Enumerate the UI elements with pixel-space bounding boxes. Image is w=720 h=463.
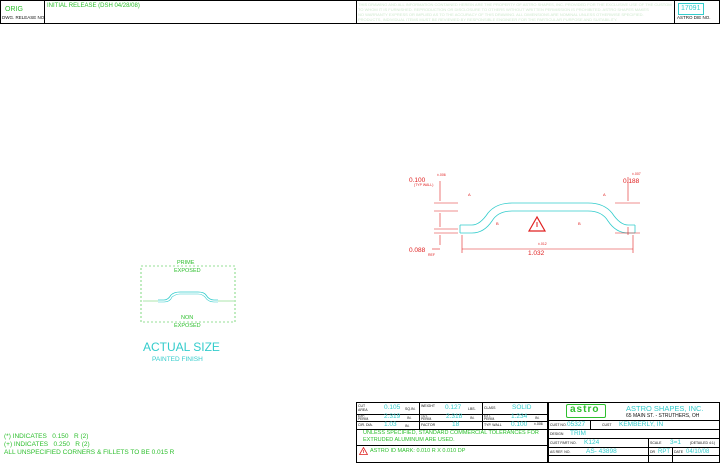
- spec-label-typ-wall: TYP. WALL: [484, 423, 502, 427]
- cust-value: KEMBERLY, IN: [619, 421, 664, 428]
- spec-unit-exp-perim: IN.: [407, 416, 412, 420]
- spec-value-cir-dia: 1.03: [384, 421, 397, 428]
- rev-value: ORIG: [5, 6, 23, 13]
- date-label: DATE: [674, 450, 684, 454]
- as-ref-label: AS REF. NO.: [550, 450, 571, 454]
- title-hline: [548, 447, 720, 448]
- spec-value-weight: 0.127: [445, 404, 462, 411]
- die-number: 17091: [681, 5, 701, 12]
- company-name: ASTRO SHAPES, INC.: [626, 404, 704, 413]
- note-line: (+) INDICATES 0.250 R (2): [4, 441, 90, 448]
- title-vline: [672, 447, 673, 463]
- scale-note: (DETAILED 4:1): [690, 441, 716, 445]
- cust-part-label: CUST PART NO.: [550, 441, 577, 445]
- mark-a-right: A: [603, 192, 606, 197]
- rev-label: DWG. RELEASE NO.: [2, 15, 46, 20]
- spec-value-cut-area: 0.105: [384, 404, 401, 411]
- cust-no-label: CUST NO.: [550, 423, 567, 427]
- mark-b-left: B: [496, 221, 499, 226]
- scale-value: 3=1: [670, 439, 682, 446]
- title-hline: [548, 455, 720, 456]
- id-mark-note: ASTRO ID MARK: 0.010 R X 0.010 DP: [370, 448, 466, 454]
- spec-unit-ext-perim: IN.: [535, 416, 540, 420]
- dim-ref-note: REF: [428, 253, 435, 257]
- as-ref-value: AS- 43898: [586, 448, 617, 455]
- specs-vline: [482, 402, 483, 429]
- note-line: ALL UNSPECIFIED CORNERS & FILLETS TO BE …: [4, 449, 175, 456]
- die-label: ASTRO DIE NO.: [677, 15, 711, 20]
- dim-width-tol: ±.012: [538, 242, 547, 246]
- spec-unit-weight: LBS.: [468, 407, 476, 411]
- tolerance-note-2: EXTRUDED ALUMINUM ARE USED.: [363, 437, 455, 443]
- specs-vline: [419, 402, 420, 429]
- date-value: 04/10/08: [686, 449, 710, 455]
- title-hline: [548, 438, 720, 439]
- dim-height-value: 0.188: [623, 178, 640, 185]
- spec-value-exp-perim: 2.319: [384, 413, 401, 420]
- dim-wall-note: (TYP WALL): [414, 183, 433, 187]
- dr-value: RPT: [658, 449, 670, 455]
- spec-value-class: SOLID: [512, 404, 532, 411]
- title-vline: [648, 438, 649, 463]
- scale-label: SCALE: [650, 441, 662, 445]
- tolerance-note-1: UNLESS SPECIFIED, STANDARD COMMERCIAL TO…: [363, 430, 539, 436]
- spec-label-ext-perim: EXT. PERIM.: [484, 414, 495, 422]
- spec-label-factor: FACTOR: [421, 423, 436, 427]
- spec-label-tot-perim: TOT. PERIM.: [421, 414, 432, 422]
- release-note: INITIAL RELEASE (DSH 04/28/08): [47, 3, 140, 9]
- spec-label-weight: WEIGHT: [421, 404, 435, 408]
- actual-size-subtitle: PAINTED FINISH: [152, 356, 203, 363]
- spec-value-typ-wall: 0.100: [511, 421, 528, 428]
- actual-size-title: ACTUAL SIZE: [143, 340, 220, 354]
- disclaimer-divider: [356, 0, 357, 24]
- astro-logo-text: astro: [570, 404, 600, 415]
- exposed-label-bottom: EXPOSED: [174, 323, 201, 329]
- note-line: (*) INDICATES 0.150 R (2): [4, 433, 89, 440]
- mark-a-left: A: [468, 192, 471, 197]
- spec-value-factor: 18: [452, 421, 460, 428]
- profile-outline: [459, 202, 636, 234]
- spec-label-cir-dia: CIR. DIA.: [358, 423, 373, 427]
- cust-no-value: 05327: [567, 421, 586, 428]
- cust-part-value: K124: [584, 439, 600, 446]
- spec-label-exp-perim: EXP. PERIM.: [358, 414, 369, 422]
- title-vline: [590, 420, 591, 430]
- specs-hline: [356, 445, 548, 446]
- company-address: 65 MAIN ST. - STRUTHERS, OH: [626, 413, 700, 419]
- design-value: TRIM: [570, 430, 586, 437]
- spec-unit-cut-area: SQ.IN.: [405, 407, 416, 411]
- id-mark-icon: [359, 447, 368, 455]
- profile-drawing: A A B B ±.006 0.100 (TYP WALL) ±.007 0.1…: [409, 172, 641, 257]
- spec-value-tot-perim: 2.318: [446, 413, 463, 420]
- spec-unit-cir-dia: IN.: [405, 424, 410, 428]
- spec-label-class: CLASS: [484, 406, 496, 410]
- general-notes: (*) INDICATES 0.150 R (2) (+) INDICATES …: [4, 433, 174, 457]
- dim-wall-tol: ±.006: [437, 173, 446, 177]
- spec-label-cut-area: CUT AREA: [358, 404, 368, 412]
- dimension-lines: [432, 177, 640, 253]
- spec-value-ext-perim: 1.234: [511, 413, 528, 420]
- dim-ref-value: 0.088: [409, 247, 426, 254]
- dim-width-value: 1.032: [528, 250, 545, 257]
- spec-unit-typ-wall: ±.006: [534, 422, 543, 426]
- dim-height-tol: ±.007: [632, 172, 641, 176]
- disclaimer-block: THIS DRAWING AND ALL INFORMATION CONTAIN…: [358, 2, 672, 22]
- non-label: NON: [181, 315, 194, 321]
- mark-b-right: B: [578, 221, 581, 226]
- dr-label: DR: [650, 450, 656, 454]
- cust-label: CUST: [602, 423, 612, 427]
- spec-unit-tot-perim: IN.: [470, 416, 475, 420]
- design-label: DESIGN: [550, 432, 564, 436]
- disclaimer-line: PRODUCTS, INDIVIDUAL ITEMS MUST BE REVIE…: [358, 17, 618, 22]
